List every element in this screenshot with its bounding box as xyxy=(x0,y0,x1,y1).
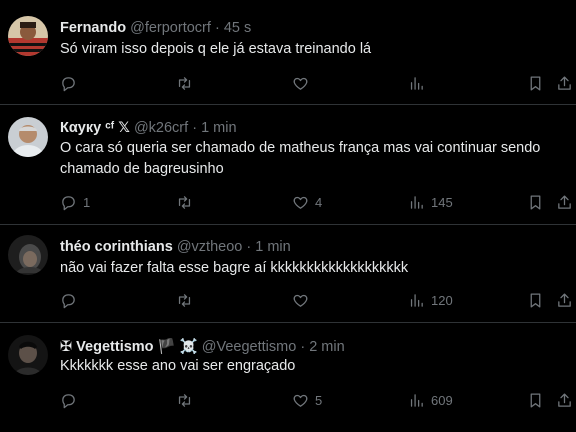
share-icon xyxy=(558,292,571,307)
timeline: Fernando @ferportocrf · 45 s Só viram is… xyxy=(0,0,576,432)
display-name[interactable]: théo corinthians xyxy=(60,239,173,255)
analytics-icon xyxy=(410,195,423,209)
avatar[interactable] xyxy=(8,335,48,375)
views-button[interactable] xyxy=(408,73,431,93)
like-button[interactable] xyxy=(292,73,315,93)
share-button[interactable] xyxy=(556,73,573,93)
bookmark-button[interactable] xyxy=(527,290,544,310)
tweet[interactable]: Fernando @ferportocrf · 45 s Só viram is… xyxy=(0,0,576,105)
bookmark-button[interactable] xyxy=(527,73,544,93)
bookmark-icon xyxy=(530,75,541,91)
bookmark-icon xyxy=(530,392,541,408)
timestamp[interactable]: 45 s xyxy=(224,20,251,36)
user-handle[interactable]: @k26crf xyxy=(134,120,188,136)
share-icon xyxy=(558,194,571,209)
timestamp[interactable]: 1 min xyxy=(255,239,290,255)
heart-icon xyxy=(293,294,308,307)
analytics-icon xyxy=(410,293,423,307)
display-name[interactable]: Кαуку xyxy=(60,120,101,136)
tweet-text: Kkkkkkk esse ano vai ser engraçado xyxy=(60,358,296,374)
views-button[interactable]: 145 xyxy=(408,192,453,212)
tweet-header: Кαуку ᶜᶠ 𝕏 @k26crf · 1 min xyxy=(60,119,237,137)
analytics-icon xyxy=(410,393,423,407)
reply-button[interactable] xyxy=(60,390,83,410)
retweet-button[interactable] xyxy=(176,390,199,410)
reply-icon xyxy=(62,293,75,308)
tweet-actions: 120 xyxy=(60,290,575,310)
retweet-button[interactable] xyxy=(176,192,199,212)
tweet-text: Só viram isso depois q ele já estava tre… xyxy=(60,41,372,57)
like-count: 4 xyxy=(315,194,323,210)
share-button[interactable] xyxy=(556,390,573,410)
timestamp[interactable]: 1 min xyxy=(201,120,236,136)
reply-button[interactable] xyxy=(60,73,83,93)
tweet-header: Fernando @ferportocrf · 45 s xyxy=(60,19,251,37)
heart-icon xyxy=(293,196,308,209)
bookmark-icon xyxy=(530,194,541,210)
retweet-icon xyxy=(178,195,191,209)
avatar[interactable] xyxy=(8,235,48,275)
like-button[interactable]: 4 xyxy=(292,192,322,212)
user-handle[interactable]: @vztheoo xyxy=(177,239,243,255)
reply-count: 1 xyxy=(83,194,91,210)
timestamp[interactable]: 2 min xyxy=(309,339,344,355)
retweet-button[interactable] xyxy=(176,73,199,93)
tweet-actions: 5 609 xyxy=(60,390,575,410)
reply-button[interactable] xyxy=(60,290,83,310)
share-button[interactable] xyxy=(556,290,573,310)
view-count: 609 xyxy=(431,392,453,408)
retweet-button[interactable] xyxy=(176,290,199,310)
tweet[interactable]: Кαуку ᶜᶠ 𝕏 @k26crf · 1 min O cara só que… xyxy=(0,105,576,225)
like-button[interactable] xyxy=(292,290,315,310)
retweet-icon xyxy=(178,76,191,90)
like-count: 5 xyxy=(315,392,323,408)
views-button[interactable]: 609 xyxy=(408,390,453,410)
tweet-header: ✠ Vegettismo 🏴 ☠️ @Veegettismo · 2 min xyxy=(60,338,345,356)
separator: · xyxy=(300,339,306,355)
display-name[interactable]: Fernando xyxy=(60,20,126,36)
view-count: 120 xyxy=(431,292,453,308)
display-name-badges: ᶜᶠ 𝕏 xyxy=(105,120,130,136)
bookmark-icon xyxy=(530,292,541,308)
avatar[interactable] xyxy=(8,117,48,157)
tweet-actions: 1 4 145 xyxy=(60,192,575,212)
separator: · xyxy=(192,120,198,136)
heart-icon xyxy=(293,394,308,407)
reply-icon xyxy=(62,393,75,408)
view-count: 145 xyxy=(431,194,453,210)
share-icon xyxy=(558,392,571,407)
separator: · xyxy=(246,239,252,255)
tweet-header: théo corinthians @vztheoo · 1 min xyxy=(60,238,291,256)
bookmark-button[interactable] xyxy=(527,390,544,410)
bookmark-button[interactable] xyxy=(527,192,544,212)
display-name-badges: 🏴 ☠️ xyxy=(157,339,198,355)
reply-icon xyxy=(62,76,75,91)
tweet-text: O cara só queria ser chamado de matheus … xyxy=(60,140,541,177)
tweet-actions xyxy=(60,73,575,93)
avatar[interactable] xyxy=(8,16,48,56)
display-name[interactable]: ✠ Vegettismo xyxy=(60,339,154,355)
separator: · xyxy=(214,20,220,36)
share-button[interactable] xyxy=(556,192,573,212)
user-handle[interactable]: @Veegettismo xyxy=(202,339,297,355)
tweet-text: não vai fazer falta esse bagre aí kkkkkk… xyxy=(60,260,409,276)
reply-icon xyxy=(62,195,75,210)
tweet[interactable]: théo corinthians @vztheoo · 1 min não va… xyxy=(0,225,576,323)
reply-button[interactable]: 1 xyxy=(60,192,90,212)
share-icon xyxy=(558,75,571,90)
tweet[interactable]: ✠ Vegettismo 🏴 ☠️ @Veegettismo · 2 min K… xyxy=(0,323,576,432)
analytics-icon xyxy=(410,76,423,90)
retweet-icon xyxy=(178,393,191,407)
user-handle[interactable]: @ferportocrf xyxy=(130,20,211,36)
retweet-icon xyxy=(178,293,191,307)
like-button[interactable]: 5 xyxy=(292,390,322,410)
views-button[interactable]: 120 xyxy=(408,290,453,310)
heart-icon xyxy=(293,77,308,90)
